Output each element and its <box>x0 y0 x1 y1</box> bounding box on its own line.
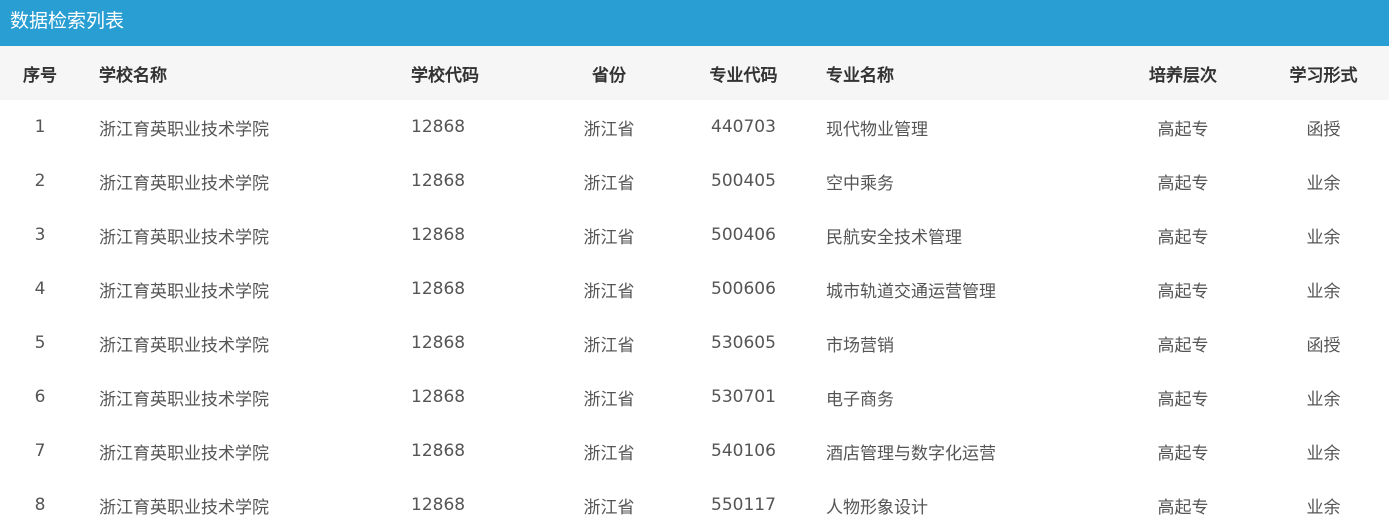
table-row[interactable]: 6 浙江育英职业技术学院 12868 浙江省 530701 电子商务 高起专 业余 <box>0 370 1389 424</box>
cell-index: 4 <box>34 279 46 299</box>
cell-major-code: 540106 <box>711 441 776 461</box>
cell-index: 2 <box>34 171 46 191</box>
cell-major-name: 酒店管理与数字化运营 <box>826 443 996 464</box>
cell-province: 浙江省 <box>583 389 635 410</box>
cell-level: 高起专 <box>1157 227 1209 248</box>
cell-major-name: 电子商务 <box>826 389 894 410</box>
cell-major-code: 440703 <box>711 117 776 137</box>
page-title: 数据检索列表 <box>0 0 1389 46</box>
table-header-row: 序号 学校名称 学校代码 省份 专业代码 专业名称 培养层次 学习形式 <box>0 46 1389 100</box>
column-header-level[interactable]: 培养层次 <box>1108 46 1258 100</box>
cell-study-mode: 业余 <box>1306 173 1341 194</box>
cell-level: 高起专 <box>1157 497 1209 518</box>
cell-study-mode: 函授 <box>1306 119 1341 140</box>
table-row[interactable]: 5 浙江育英职业技术学院 12868 浙江省 530605 市场营销 高起专 函授 <box>0 316 1389 370</box>
cell-school-code: 12868 <box>411 117 466 137</box>
table-row[interactable]: 4 浙江育英职业技术学院 12868 浙江省 500606 城市轨道交通运营管理 高起专 业余 <box>0 262 1389 316</box>
table-row[interactable]: 1 浙江育英职业技术学院 12868 浙江省 440703 现代物业管理 高起专 函授 <box>0 100 1389 154</box>
column-header-study-mode[interactable]: 学习形式 <box>1258 46 1389 100</box>
cell-level: 高起专 <box>1157 281 1209 302</box>
table-row[interactable]: 2 浙江育英职业技术学院 12868 浙江省 500405 空中乘务 高起专 业余 <box>0 154 1389 208</box>
table-row[interactable]: 3 浙江育英职业技术学院 12868 浙江省 500406 民航安全技术管理 高起专 业余 <box>0 208 1389 262</box>
cell-index: 3 <box>34 225 46 245</box>
cell-major-code: 530605 <box>711 333 776 353</box>
cell-school-code: 12868 <box>411 495 466 515</box>
cell-school-code: 12868 <box>411 387 466 407</box>
column-header-province[interactable]: 省份 <box>539 46 679 100</box>
cell-major-name: 现代物业管理 <box>826 119 928 140</box>
cell-province: 浙江省 <box>583 119 635 140</box>
cell-major-name: 民航安全技术管理 <box>826 227 962 248</box>
results-table: 序号 学校名称 学校代码 省份 专业代码 专业名称 培养层次 学习形式 1 浙江育… <box>0 46 1389 528</box>
column-header-major-name[interactable]: 专业名称 <box>808 46 1108 100</box>
cell-study-mode: 函授 <box>1306 335 1341 356</box>
cell-study-mode: 业余 <box>1306 389 1341 410</box>
cell-major-name: 人物形象设计 <box>826 497 928 518</box>
cell-study-mode: 业余 <box>1306 281 1341 302</box>
cell-major-name: 市场营销 <box>826 335 894 356</box>
cell-province: 浙江省 <box>583 443 635 464</box>
cell-index: 1 <box>34 117 46 137</box>
cell-school-name: 浙江育英职业技术学院 <box>99 335 269 356</box>
cell-index: 6 <box>34 387 46 407</box>
cell-study-mode: 业余 <box>1306 497 1341 518</box>
table-row[interactable]: 7 浙江育英职业技术学院 12868 浙江省 540106 酒店管理与数字化运营 高起专 业余 <box>0 424 1389 478</box>
cell-province: 浙江省 <box>583 281 635 302</box>
cell-school-name: 浙江育英职业技术学院 <box>99 173 269 194</box>
cell-index: 8 <box>34 495 46 515</box>
cell-level: 高起专 <box>1157 335 1209 356</box>
column-header-major-code[interactable]: 专业代码 <box>679 46 808 100</box>
cell-province: 浙江省 <box>583 173 635 194</box>
table-row[interactable]: 8 浙江育英职业技术学院 12868 浙江省 550117 人物形象设计 高起专 业余 <box>0 478 1389 528</box>
cell-major-code: 500405 <box>711 171 776 191</box>
cell-level: 高起专 <box>1157 119 1209 140</box>
cell-major-name: 城市轨道交通运营管理 <box>826 281 996 302</box>
cell-school-code: 12868 <box>411 279 466 299</box>
cell-province: 浙江省 <box>583 335 635 356</box>
cell-school-code: 12868 <box>411 225 466 245</box>
cell-school-code: 12868 <box>411 171 466 191</box>
column-header-index[interactable]: 序号 <box>0 46 80 100</box>
cell-major-code: 500606 <box>711 279 776 299</box>
cell-school-code: 12868 <box>411 441 466 461</box>
cell-school-name: 浙江育英职业技术学院 <box>99 281 269 302</box>
cell-school-name: 浙江育英职业技术学院 <box>99 497 269 518</box>
cell-study-mode: 业余 <box>1306 443 1341 464</box>
cell-school-name: 浙江育英职业技术学院 <box>99 227 269 248</box>
cell-major-code: 550117 <box>711 495 776 515</box>
cell-major-code: 530701 <box>711 387 776 407</box>
cell-level: 高起专 <box>1157 173 1209 194</box>
cell-level: 高起专 <box>1157 389 1209 410</box>
column-header-school-code[interactable]: 学校代码 <box>399 46 539 100</box>
cell-index: 5 <box>34 333 46 353</box>
cell-study-mode: 业余 <box>1306 227 1341 248</box>
cell-major-name: 空中乘务 <box>826 173 894 194</box>
cell-province: 浙江省 <box>583 227 635 248</box>
cell-school-name: 浙江育英职业技术学院 <box>99 443 269 464</box>
cell-province: 浙江省 <box>583 497 635 518</box>
cell-index: 7 <box>34 441 46 461</box>
cell-major-code: 500406 <box>711 225 776 245</box>
cell-school-name: 浙江育英职业技术学院 <box>99 119 269 140</box>
cell-school-name: 浙江育英职业技术学院 <box>99 389 269 410</box>
data-search-page: 数据检索列表 序号 学校名称 学校代码 省份 专业代码 专业名称 培养层次 学习… <box>0 0 1389 528</box>
cell-level: 高起专 <box>1157 443 1209 464</box>
cell-school-code: 12868 <box>411 333 466 353</box>
column-header-school-name[interactable]: 学校名称 <box>80 46 399 100</box>
